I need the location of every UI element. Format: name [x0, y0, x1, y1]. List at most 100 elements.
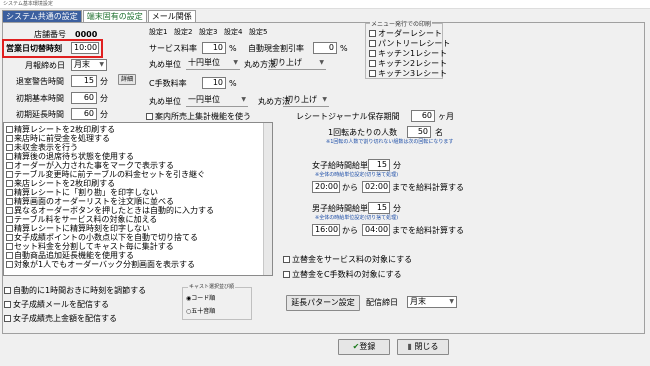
items-per-page-unit: 名	[435, 128, 443, 137]
male-pay-unit-input[interactable]: 15	[368, 202, 390, 214]
checkbox-icon	[369, 50, 376, 57]
option-label: 女子成績ポイントの小数点以下を自動で切り捨てる	[14, 233, 198, 242]
delivery-close-day-value: 月末	[410, 297, 426, 306]
options-list[interactable]: 精算レシートを2枚印刷する 来店時に前受金を処理する 未収金表示を行う 精算後の…	[3, 122, 273, 276]
radio-code-order[interactable]: ◉コード順	[186, 295, 215, 302]
option-item[interactable]: 来店時に前受金を処理する	[6, 134, 110, 143]
option-item[interactable]: 未収金表示を行う	[6, 143, 78, 152]
menu-print-item-kitchen2[interactable]: キッチン2レシート	[369, 59, 447, 68]
chevron-down-icon: ▼	[449, 298, 454, 305]
rounding-unit2-select[interactable]: 一円単位 ▼	[186, 95, 248, 107]
female-pay-unit-label: 女子給時間給単位	[312, 161, 376, 170]
female-mail-checkbox[interactable]: 女子成績メールを配信する	[4, 300, 109, 309]
option-item[interactable]: 自動商品追加延長機能を使用する	[6, 251, 134, 260]
option-item[interactable]: 精算後の退席待ち状態を使用する	[6, 152, 134, 161]
settings-tab-2[interactable]: 設定2	[174, 27, 192, 38]
auto-time-adjust-checkbox[interactable]: 自動的に1時間おきに時刻を調節する	[4, 286, 146, 295]
option-item[interactable]: 女子成績ポイントの小数点以下を自動で切り捨てる	[6, 233, 198, 242]
option-item[interactable]: オーダーが入力された事をマークで表示する	[6, 161, 174, 170]
c-fee-rate-label: C手数料率	[149, 79, 187, 88]
detail-button[interactable]: 詳細	[118, 74, 136, 85]
menu-print-item-label: キッチン1レシート	[378, 49, 448, 58]
c-fee-rate-input[interactable]: 10	[202, 77, 226, 89]
option-label: 異なるオーダーボタンを押したときは自動的に入力する	[14, 206, 214, 215]
checkbox-icon	[369, 60, 376, 67]
checkbox-icon	[6, 171, 13, 178]
menu-print-item-label: パントリーレシート	[378, 39, 451, 48]
journal-retention-input[interactable]: 60	[411, 110, 435, 122]
initial-extension-time-unit: 分	[100, 110, 108, 119]
register-button[interactable]: ✔登録	[338, 339, 390, 355]
male-pay-to-input[interactable]: 04:00	[362, 224, 390, 236]
initial-extension-time-input[interactable]: 60	[71, 108, 97, 120]
chevron-down-icon: ▼	[233, 59, 238, 66]
initial-base-time-input[interactable]: 60	[71, 92, 97, 104]
female-pay-from-input[interactable]: 20:00	[312, 181, 340, 193]
option-item[interactable]: 精算レシートを2枚印刷する	[6, 125, 115, 134]
radio-code-order-label: コード順	[191, 295, 216, 302]
settings-tab-4[interactable]: 設定4	[224, 27, 242, 38]
advance-cfee-checkbox[interactable]: 立替金をC手数料の対象にする	[283, 270, 402, 279]
male-pay-unit-label: 男子給時間給単位	[312, 204, 376, 213]
auto-cash-discount-input[interactable]: 0	[313, 42, 337, 54]
option-item[interactable]: 対象が1人でもオーダーバック分割画面を表示する	[6, 260, 195, 269]
menu-print-item-kitchen3[interactable]: キッチン3レシート	[369, 69, 447, 78]
options-scrollbar[interactable]	[263, 123, 272, 275]
close-button[interactable]: ▮ 閉じる	[397, 339, 449, 355]
male-pay-from-label: から	[342, 226, 358, 235]
option-label: 精算レシートに「割り勘」を印字しない	[14, 188, 158, 197]
footer-bar	[0, 335, 650, 366]
option-label: 精算後の退席待ち状態を使用する	[14, 152, 134, 161]
rounding-unit-label: 丸め単位	[149, 60, 181, 69]
male-pay-to-label: までを給料計算する	[392, 226, 464, 235]
option-label: 精算レシートを2枚印刷する	[14, 125, 116, 134]
checkbox-icon	[6, 198, 13, 205]
female-mail-label: 女子成績メールを配信する	[13, 300, 109, 309]
checkbox-icon	[6, 207, 13, 214]
option-item[interactable]: 精算レシートに「割り勘」を印字しない	[6, 188, 158, 197]
female-pay-from-label: から	[342, 183, 358, 192]
option-label: オーダーが入力された事をマークで表示する	[14, 161, 174, 170]
radio-kana-order-label: 五十音順	[191, 308, 216, 315]
option-item[interactable]: 精算レシートに精算時刻を印字しない	[6, 224, 150, 233]
service-rate-percent: %	[229, 44, 237, 53]
option-label: 精算画面のオーダーリストを注文順に並べる	[14, 197, 174, 206]
items-per-page-input[interactable]: 50	[407, 126, 431, 138]
menu-print-item-pantry[interactable]: パントリーレシート	[369, 39, 450, 48]
menu-print-item-order[interactable]: オーダーレシート	[369, 29, 442, 38]
option-item[interactable]: 異なるオーダーボタンを押したときは自動的に入力する	[6, 206, 214, 215]
settings-tab-3[interactable]: 設定3	[199, 27, 217, 38]
exit-warning-input[interactable]: 15	[71, 75, 97, 87]
radio-kana-order[interactable]: ○五十音順	[186, 308, 215, 315]
option-item[interactable]: 精算画面のオーダーリストを注文順に並べる	[6, 197, 174, 206]
female-sales-checkbox[interactable]: 女子成績売上金額を配信する	[4, 314, 117, 323]
cast-sort-frame	[182, 287, 252, 320]
female-pay-to-input[interactable]: 02:00	[362, 181, 390, 193]
menu-print-item-kitchen1[interactable]: キッチン1レシート	[369, 49, 447, 58]
settings-tab-5[interactable]: 設定5	[249, 27, 267, 38]
option-label: 来店時に前受金を処理する	[14, 134, 110, 143]
month-close-day-select[interactable]: 月末 ▼	[71, 59, 107, 71]
rounding-unit-select[interactable]: 十円単位 ▼	[186, 58, 240, 70]
business-day-switch-input[interactable]: 10:00	[71, 42, 99, 54]
month-close-day-label: 月報締め日	[25, 61, 65, 70]
female-pay-unit-input[interactable]: 15	[368, 159, 390, 171]
option-label: 自動商品追加延長機能を使用する	[14, 251, 134, 260]
journal-retention-unit: ヶ月	[438, 112, 454, 121]
option-item[interactable]: 来店レシートを2枚印刷する	[6, 179, 115, 188]
delivery-close-day-select[interactable]: 月末 ▼	[407, 296, 457, 308]
advance-service-checkbox[interactable]: 立替金をサービス料の対象にする	[283, 255, 412, 264]
male-pay-from-input[interactable]: 16:00	[312, 224, 340, 236]
service-rate-input[interactable]: 10	[202, 42, 226, 54]
rounding-method-select[interactable]: 切り上げ ▼	[268, 58, 326, 70]
settings-tab-1[interactable]: 設定1	[149, 27, 167, 38]
checkbox-icon	[6, 234, 13, 241]
extension-pattern-button[interactable]: 延長パターン設定	[286, 295, 360, 311]
female-sales-label: 女子成績売上金額を配信する	[13, 314, 117, 323]
c-fee-rate-percent: %	[229, 79, 237, 88]
option-item[interactable]: セット料金を分割してキャスト毎に集計する	[6, 242, 174, 251]
guide-total-checkbox[interactable]: 案内所売上集計機能を使う	[146, 112, 251, 121]
option-item[interactable]: テーブル料をサービス料の対象に加える	[6, 215, 157, 224]
option-item[interactable]: テーブル変更時に前テーブルの料金セットを引き継ぐ	[6, 170, 205, 179]
rounding-method2-select[interactable]: 切り上げ ▼	[283, 95, 329, 107]
